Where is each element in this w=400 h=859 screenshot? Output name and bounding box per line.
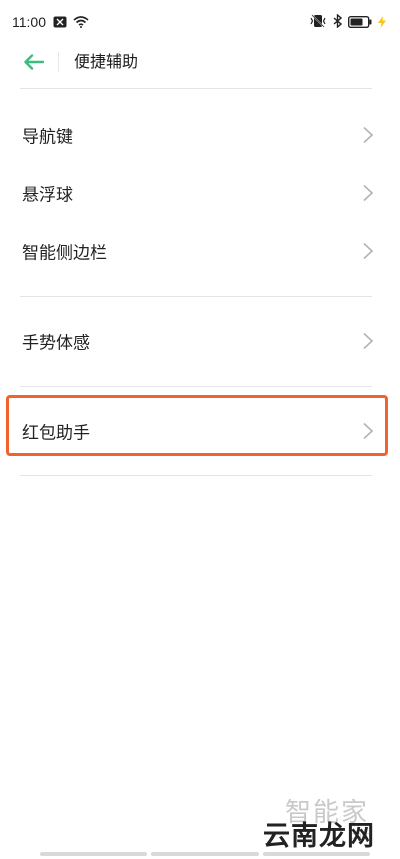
charging-icon	[378, 13, 386, 32]
menu-item-floating-ball[interactable]: 悬浮球	[0, 165, 400, 221]
notification-icon	[53, 13, 67, 32]
divider	[20, 475, 372, 476]
menu-item-label: 导航键	[22, 127, 73, 148]
header: 便捷辅助	[0, 44, 400, 88]
vibrate-icon	[309, 13, 327, 32]
chevron-right-icon	[362, 126, 374, 144]
bluetooth-icon	[333, 13, 343, 32]
status-bar: 11:00	[0, 0, 400, 44]
page-title: 便捷辅助	[74, 52, 139, 71]
chevron-right-icon	[362, 184, 374, 202]
highlight-box	[6, 395, 388, 456]
back-button[interactable]	[20, 50, 48, 78]
divider	[20, 296, 372, 297]
watermark-bottom: 云南龙网	[263, 821, 375, 852]
menu-item-smart-sidebar[interactable]: 智能侧边栏	[0, 223, 400, 279]
wifi-icon	[73, 13, 89, 32]
menu-item-gestures[interactable]: 手势体感	[0, 313, 400, 369]
chevron-right-icon	[362, 242, 374, 260]
gesture-nav-bar[interactable]	[40, 852, 370, 856]
menu-item-nav-keys[interactable]: 导航键	[0, 107, 400, 163]
divider	[20, 88, 372, 89]
menu-item-label: 悬浮球	[22, 185, 73, 206]
divider	[20, 386, 372, 387]
status-time: 11:00	[12, 14, 46, 30]
battery-icon	[347, 13, 372, 32]
chevron-right-icon	[362, 332, 374, 350]
header-divider	[58, 52, 59, 72]
menu-item-label: 智能侧边栏	[22, 243, 107, 264]
back-arrow-icon	[24, 54, 45, 74]
menu-item-label: 手势体感	[22, 333, 90, 354]
